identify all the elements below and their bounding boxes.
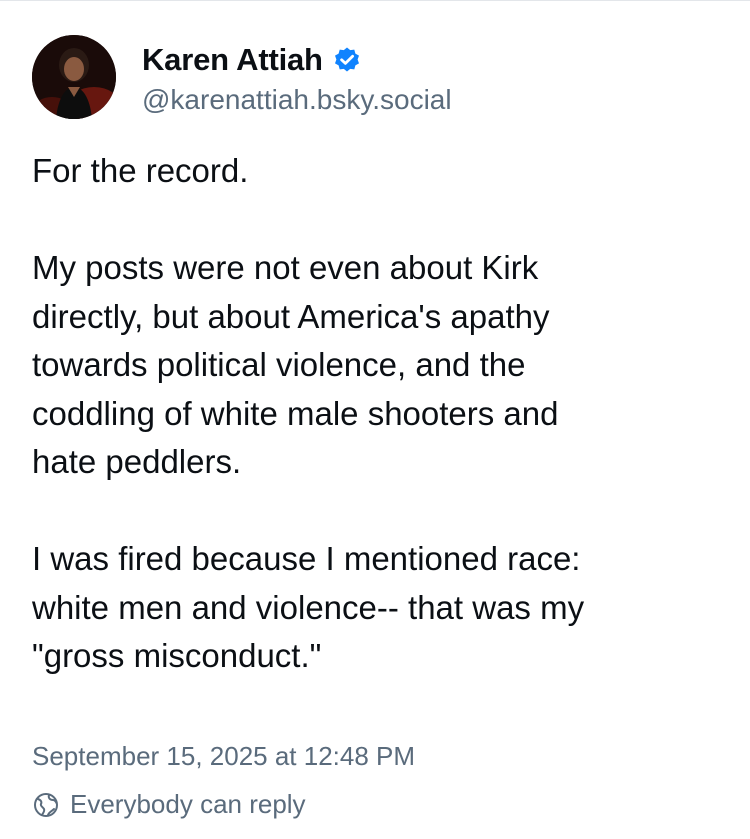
post-text: For the record. My posts were not even a… <box>32 147 722 681</box>
reply-setting[interactable]: Everybody can reply <box>32 789 306 820</box>
avatar-image <box>32 35 116 119</box>
post-line: For the record. <box>32 152 249 189</box>
post-line: white men and violence-- that was my <box>32 588 585 626</box>
verified-check-icon[interactable] <box>333 46 361 74</box>
post-paragraph-1: For the record. <box>32 147 722 196</box>
post-line: My posts were not even about Kirk <box>32 249 539 286</box>
post-card: Karen Attiah @karenattiah.bsky.social Fo… <box>0 0 750 839</box>
globe-icon <box>32 791 60 819</box>
author-handle[interactable]: @karenattiah.bsky.social <box>142 84 452 116</box>
post-line: coddling of white male shooters and <box>32 394 559 432</box>
author-display-name[interactable]: Karen Attiah <box>142 42 323 78</box>
post-paragraph-2: My posts were not even about Kirk direct… <box>32 244 722 487</box>
post-line: I was fired because I mentioned race: <box>32 540 581 577</box>
post-paragraph-3: I was fired because I mentioned race: wh… <box>32 535 722 681</box>
post-line: directly, but about America's apathy <box>32 297 550 335</box>
post-timestamp[interactable]: September 15, 2025 at 12:48 PM <box>32 741 415 772</box>
author-name-row[interactable]: Karen Attiah <box>142 41 361 79</box>
avatar[interactable] <box>32 35 116 119</box>
post-line: hate peddlers. <box>32 443 242 480</box>
reply-setting-label: Everybody can reply <box>70 789 306 819</box>
post-line: "gross misconduct." <box>32 637 322 674</box>
post-line: towards political violence, and the <box>32 346 526 383</box>
